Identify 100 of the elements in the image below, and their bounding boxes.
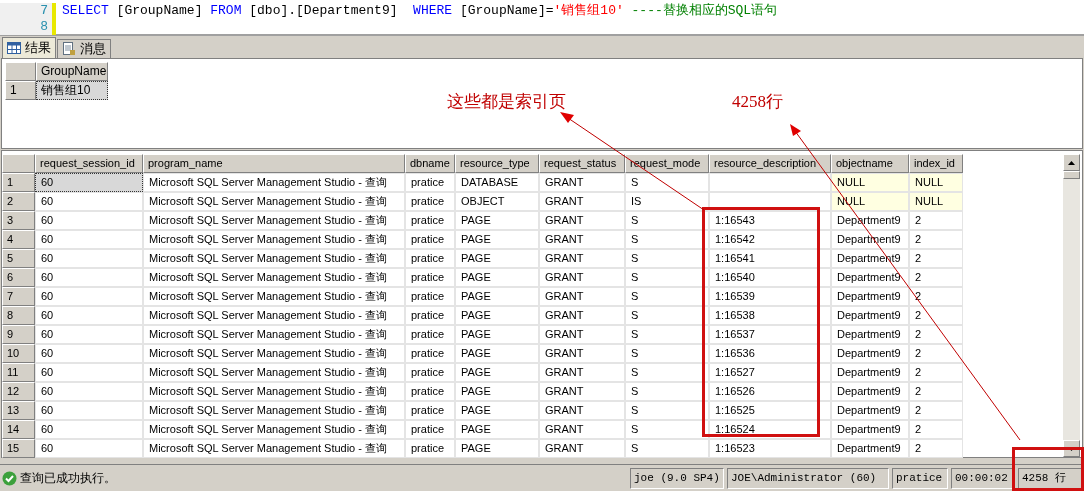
- table-cell: PAGE: [455, 306, 539, 325]
- row-header[interactable]: 5: [2, 249, 35, 268]
- table-cell: PAGE: [455, 230, 539, 249]
- row-header[interactable]: 11: [2, 363, 35, 382]
- column-header[interactable]: dbname: [405, 154, 455, 173]
- table-cell: S: [625, 306, 709, 325]
- highlight-box: [1012, 447, 1084, 491]
- table-cell: PAGE: [455, 344, 539, 363]
- table-cell: 60: [35, 211, 143, 230]
- database-label: pratice: [892, 467, 948, 489]
- row-header[interactable]: 1: [2, 173, 35, 192]
- row-header[interactable]: 9: [2, 325, 35, 344]
- table-cell: Department9: [831, 268, 909, 287]
- table-cell: Department9: [831, 306, 909, 325]
- line-number: 8: [0, 19, 56, 35]
- table-cell: pratice: [405, 420, 455, 439]
- table-cell: pratice: [405, 249, 455, 268]
- table-cell: Microsoft SQL Server Management Studio - 查询: [143, 306, 405, 325]
- row-header[interactable]: 10: [2, 344, 35, 363]
- table-cell: 1:16541: [709, 249, 831, 268]
- column-header[interactable]: resource_description: [709, 154, 831, 173]
- scroll-thumb[interactable]: [1063, 171, 1080, 179]
- row-header[interactable]: 14: [2, 420, 35, 439]
- table-cell: Department9: [831, 211, 909, 230]
- column-header[interactable]: objectname: [831, 154, 909, 173]
- row-header[interactable]: 15: [2, 439, 35, 458]
- row-header[interactable]: 8: [2, 306, 35, 325]
- column-header[interactable]: index_id: [909, 154, 963, 173]
- table-cell: GRANT: [539, 363, 625, 382]
- sql-editor[interactable]: 7 SELECT [GroupName] FROM [dbo].[Department9] WHERE [GroupName]='销售组10' ----替换相应的SQL语句 8: [0, 0, 1084, 36]
- table-cell: Microsoft SQL Server Management Studio - 查询: [143, 192, 405, 211]
- table-cell: Microsoft SQL Server Management Studio - 查询: [143, 249, 405, 268]
- column-header[interactable]: request_session_id: [35, 154, 143, 173]
- row-header[interactable]: 4: [2, 230, 35, 249]
- table-cell: GRANT: [539, 401, 625, 420]
- table-cell: pratice: [405, 230, 455, 249]
- table-cell: pratice: [405, 306, 455, 325]
- table-cell: GRANT: [539, 439, 625, 458]
- table-cell: IS: [625, 192, 709, 211]
- table-cell: PAGE: [455, 211, 539, 230]
- table-cell: S: [625, 287, 709, 306]
- annotation-label: 这些都是索引页: [447, 91, 566, 113]
- row-header[interactable]: 12: [2, 382, 35, 401]
- row-header[interactable]: 3: [2, 211, 35, 230]
- column-header[interactable]: resource_type: [455, 154, 539, 173]
- row-header[interactable]: 7: [2, 287, 35, 306]
- table-cell: 60: [35, 439, 143, 458]
- table-cell: GRANT: [539, 344, 625, 363]
- results-tab[interactable]: 消息: [57, 39, 111, 58]
- table-cell: S: [625, 439, 709, 458]
- table-cell: PAGE: [455, 268, 539, 287]
- table-cell: 2: [909, 325, 963, 344]
- document-icon: [62, 42, 76, 56]
- annotation-label: 4258行: [732, 91, 783, 113]
- vertical-scrollbar[interactable]: [1063, 154, 1080, 457]
- column-header[interactable]: request_status: [539, 154, 625, 173]
- table-cell: Department9: [831, 325, 909, 344]
- scroll-up-button[interactable]: [1063, 154, 1080, 171]
- table-cell: S: [625, 363, 709, 382]
- table-cell: 1:16523: [709, 439, 831, 458]
- table-cell: GRANT: [539, 192, 625, 211]
- row-header[interactable]: 13: [2, 401, 35, 420]
- row-header[interactable]: 2: [2, 192, 35, 211]
- table-cell: Department9: [831, 363, 909, 382]
- table-cell: 60: [35, 401, 143, 420]
- row-header[interactable]: 1: [5, 81, 36, 100]
- table-cell: 60: [35, 230, 143, 249]
- table-cell: 60: [35, 420, 143, 439]
- table-cell: NULL: [909, 173, 963, 192]
- row-header[interactable]: 6: [2, 268, 35, 287]
- table-cell: GRANT: [539, 382, 625, 401]
- results-tab[interactable]: 结果: [2, 37, 56, 58]
- table-cell: S: [625, 401, 709, 420]
- table-cell: pratice: [405, 268, 455, 287]
- column-header[interactable]: GroupName: [36, 62, 108, 81]
- table-cell: PAGE: [455, 382, 539, 401]
- table-cell: 2: [909, 420, 963, 439]
- table-cell: PAGE: [455, 401, 539, 420]
- table-cell: pratice: [405, 401, 455, 420]
- table-cell: 60: [35, 268, 143, 287]
- table-cell: GRANT: [539, 325, 625, 344]
- table-cell: Microsoft SQL Server Management Studio - 查询: [143, 439, 405, 458]
- table-cell: Microsoft SQL Server Management Studio - 查询: [143, 173, 405, 192]
- table-cell: S: [625, 325, 709, 344]
- table-cell: 2: [909, 363, 963, 382]
- table-cell: 60: [35, 173, 143, 192]
- table-cell: 2: [909, 287, 963, 306]
- table-cell: pratice: [405, 211, 455, 230]
- line-number: 7: [0, 3, 56, 19]
- row-count: 4258 行: [1018, 467, 1082, 489]
- table-cell: 60: [35, 249, 143, 268]
- table-cell: S: [625, 268, 709, 287]
- table-cell: GRANT: [539, 420, 625, 439]
- table-cell: pratice: [405, 363, 455, 382]
- grid-icon: [7, 42, 21, 54]
- column-header[interactable]: program_name: [143, 154, 405, 173]
- table-cell: S: [625, 249, 709, 268]
- table-cell: S: [625, 230, 709, 249]
- table-cell: 1:16539: [709, 287, 831, 306]
- table-cell: 1:16542: [709, 230, 831, 249]
